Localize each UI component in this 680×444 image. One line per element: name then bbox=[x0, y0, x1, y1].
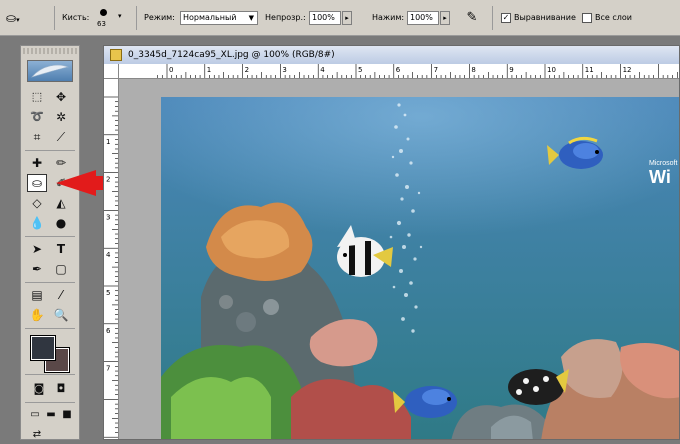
document-title: 0_3345d_7124ca95_XL.jpg @ 100% (RGB/8#) bbox=[128, 50, 335, 60]
ruler-label: 7 bbox=[106, 365, 110, 373]
opacity-input[interactable]: 100% bbox=[309, 11, 341, 25]
vertical-ruler[interactable]: 1 2 3 4 5 6 7 bbox=[104, 79, 119, 439]
align-label: Выравнивание bbox=[514, 13, 576, 22]
eraser-tool-icon[interactable]: ◇ bbox=[27, 194, 47, 212]
ruler-label: 3 bbox=[282, 66, 286, 74]
dodge-tool-icon[interactable]: ● bbox=[51, 214, 71, 232]
mode-label: Режим: bbox=[144, 13, 175, 22]
ruler-label: 7 bbox=[434, 66, 438, 74]
blur-tool-icon[interactable]: 💧 bbox=[27, 214, 47, 232]
ruler-label: 5 bbox=[358, 66, 362, 74]
ruler-label: 4 bbox=[106, 251, 111, 259]
document-window: 0_3345d_7124ca95_XL.jpg @ 100% (RGB/8#) … bbox=[103, 45, 680, 440]
options-separator bbox=[492, 6, 493, 30]
notes-tool-icon[interactable]: ▤ bbox=[27, 286, 47, 304]
tool-separator bbox=[25, 328, 75, 329]
move-tool-icon[interactable]: ✥ bbox=[51, 88, 71, 106]
ruler-label: 8 bbox=[471, 66, 475, 74]
all-layers-label: Все слои bbox=[595, 13, 632, 22]
all-layers-checkbox[interactable] bbox=[582, 13, 592, 23]
ruler-label: 3 bbox=[106, 213, 110, 221]
tool-separator bbox=[25, 282, 75, 283]
wallpaper-text-microsoft: Microsoft bbox=[649, 160, 677, 167]
standard-mode-icon[interactable]: ◙ bbox=[29, 380, 49, 398]
opacity-arrow-icon[interactable]: ▸ bbox=[342, 11, 352, 25]
path-selection-tool-icon[interactable]: ➤ bbox=[27, 240, 47, 258]
clone-stamp-tool-icon[interactable]: ⛀ bbox=[27, 174, 47, 192]
slice-tool-icon[interactable]: ⟋ bbox=[51, 128, 71, 146]
tool-separator bbox=[25, 236, 75, 237]
brush-dot-icon bbox=[100, 9, 107, 16]
ruler-label: 2 bbox=[245, 66, 249, 74]
type-tool-icon[interactable]: T bbox=[51, 240, 71, 258]
brush-size: 63 bbox=[97, 20, 106, 28]
tool-separator bbox=[25, 374, 75, 375]
options-bar: ⛀▾ Кисть: 63 ▾ Режим: Нормальный ▼ Непро… bbox=[0, 0, 680, 36]
brush-label: Кисть: bbox=[62, 13, 90, 22]
shape-tool-icon[interactable]: ▢ bbox=[51, 260, 71, 278]
brush-dropdown-icon[interactable]: ▾ bbox=[118, 12, 122, 20]
mode-value: Нормальный bbox=[183, 13, 237, 22]
toolbox: ⬚ ✥ ➰ ✲ ⌗ ⟋ ✚ ✏ ⛀ ✐ ◇ ◭ 💧 ● ➤ T ✒ ▢ ▤ ⁄ … bbox=[20, 45, 80, 440]
magic-wand-tool-icon[interactable]: ✲ bbox=[51, 108, 71, 126]
mode-dropdown-icon: ▼ bbox=[248, 14, 254, 22]
airbrush-icon[interactable]: ✎ bbox=[462, 8, 482, 28]
ruler-label: 6 bbox=[396, 66, 401, 74]
jump-to-imageready-icon[interactable]: ⇄ bbox=[27, 426, 47, 444]
toolbox-grip[interactable] bbox=[23, 48, 77, 54]
opacity-label: Непрозр.: bbox=[265, 13, 306, 22]
ruler-label: 1 bbox=[207, 66, 211, 74]
pressure-arrow-icon[interactable]: ▸ bbox=[440, 11, 450, 25]
screen-mode-full-icon[interactable]: ■ bbox=[57, 406, 77, 424]
quick-mask-mode-icon[interactable]: ◘ bbox=[51, 380, 71, 398]
wallpaper-text-windows: Wi bbox=[649, 167, 671, 187]
pen-tool-icon[interactable]: ✒ bbox=[27, 260, 47, 278]
image-canvas[interactable]: Microsoft Wi bbox=[161, 97, 679, 439]
pressure-label: Нажим: bbox=[372, 13, 405, 22]
tool-separator bbox=[25, 402, 75, 403]
lasso-tool-icon[interactable]: ➰ bbox=[27, 108, 47, 126]
tool-separator bbox=[25, 150, 75, 151]
brush-picker[interactable]: 63 ▾ bbox=[94, 7, 128, 31]
ruler-label: 9 bbox=[509, 66, 513, 74]
tool-preset-icon[interactable]: ⛀▾ bbox=[6, 10, 30, 26]
options-separator bbox=[136, 6, 137, 30]
ruler-label: 4 bbox=[320, 66, 325, 74]
paint-bucket-tool-icon[interactable]: ◭ bbox=[51, 194, 71, 212]
ruler-label: 6 bbox=[106, 327, 111, 335]
marquee-tool-icon[interactable]: ⬚ bbox=[27, 88, 47, 106]
document-title-bar[interactable]: 0_3345d_7124ca95_XL.jpg @ 100% (RGB/8#) bbox=[104, 46, 679, 64]
crop-tool-icon[interactable]: ⌗ bbox=[27, 128, 47, 146]
photoshop-feather-logo[interactable] bbox=[27, 60, 73, 82]
zoom-tool-icon[interactable]: 🔍 bbox=[51, 306, 71, 324]
ruler-label: 2 bbox=[106, 176, 110, 184]
eyedropper-tool-icon[interactable]: ⁄ bbox=[51, 286, 71, 304]
hand-tool-icon[interactable]: ✋ bbox=[27, 306, 47, 324]
ruler-label: 12 bbox=[623, 66, 632, 74]
ruler-label: 5 bbox=[106, 289, 110, 297]
options-separator bbox=[54, 6, 55, 30]
ruler-label: 11 bbox=[585, 66, 594, 74]
ruler-label: 1 bbox=[106, 138, 110, 146]
healing-brush-tool-icon[interactable]: ✚ bbox=[27, 154, 47, 172]
ruler-label: 10 bbox=[547, 66, 556, 74]
foreground-color-swatch[interactable] bbox=[30, 335, 56, 361]
horizontal-ruler[interactable]: 0 1 2 3 4 5 6 7 8 9 10 11 12 bbox=[119, 64, 679, 79]
document-icon bbox=[110, 49, 122, 61]
align-checkbox[interactable]: ✓ bbox=[501, 13, 511, 23]
mode-select[interactable]: Нормальный ▼ bbox=[180, 11, 258, 25]
pressure-input[interactable]: 100% bbox=[407, 11, 439, 25]
ruler-origin[interactable] bbox=[104, 64, 119, 79]
ruler-label: 0 bbox=[169, 66, 173, 74]
